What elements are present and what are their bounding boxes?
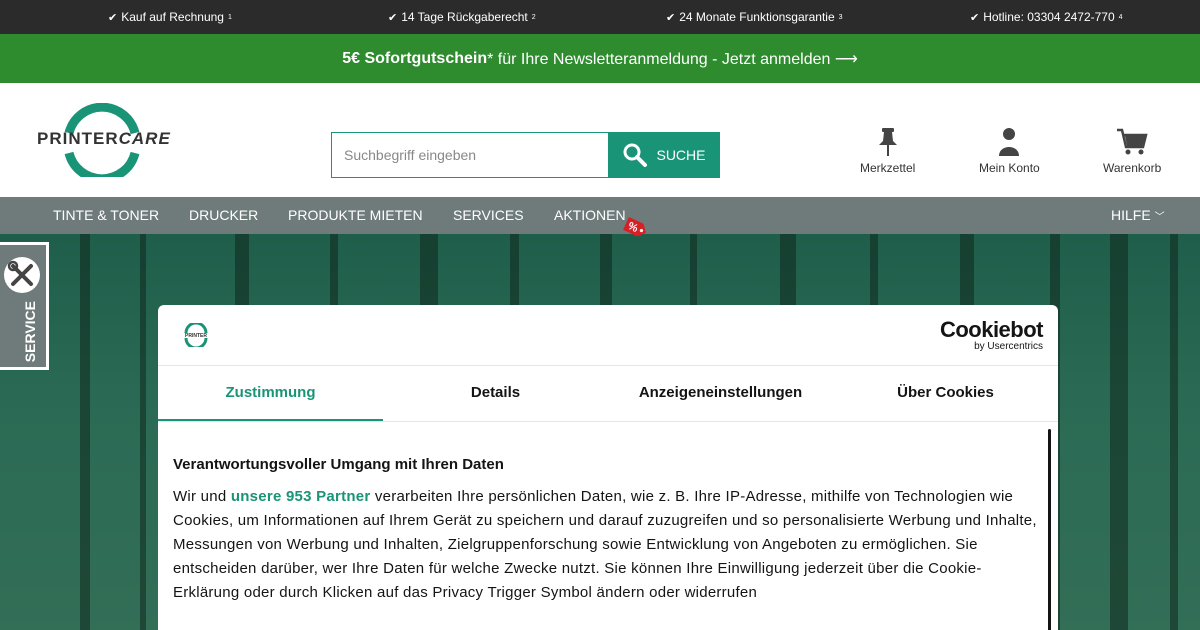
search-button[interactable]: SUCHE [608, 132, 720, 178]
promo-text: * für Ihre Newsletteranmeldung - Jetzt a… [487, 50, 858, 68]
search-bar: SUCHE [331, 132, 720, 178]
nav-item-promotions[interactable]: AKTIONEN [554, 197, 626, 234]
check-icon: ✔ [666, 11, 676, 24]
nav-item-rent-products[interactable]: PRODUKTE MIETEN [288, 197, 423, 234]
sale-tag-icon: % [623, 217, 646, 237]
search-input[interactable] [331, 132, 608, 178]
account-label: Mein Konto [979, 161, 1040, 175]
check-icon: ✔ [108, 11, 118, 24]
check-icon: ✔ [388, 11, 398, 24]
tab-ad-settings[interactable]: Anzeigeneinstellungen [608, 366, 833, 421]
cookie-dialog-body: Verantwortungsvoller Umgang mit Ihren Da… [158, 422, 1058, 605]
tools-icon [4, 257, 40, 293]
promo-highlight: 5€ Sofortgutschein [342, 49, 488, 67]
nav-item-services[interactable]: SERVICES [453, 197, 524, 234]
user-icon [999, 128, 1020, 156]
dialog-scrollbar[interactable] [1048, 429, 1051, 630]
site-header: PRINTERCARE SUCHE Merkzettel Mein Konto [0, 83, 1200, 197]
pin-icon [878, 128, 897, 156]
service-side-tab[interactable]: SERVICE [0, 242, 49, 370]
chevron-down-icon: ﹀ [1154, 212, 1165, 223]
cookie-dialog-text: Wir und unsere 953 Partner verarbeiten I… [173, 488, 1037, 601]
partners-link[interactable]: unsere 953 Partner [231, 488, 371, 505]
cookiebot-logo[interactable]: Cookiebot by Usercentrics [940, 319, 1044, 353]
nav-item-printers[interactable]: DRUCKER [189, 197, 258, 234]
usp-text: 14 Tage Rückgaberecht [401, 10, 528, 24]
cookie-tabs: Zustimmung Details Anzeigeneinstellungen… [158, 366, 1058, 422]
cookie-dialog-title: Verantwortungsvoller Umgang mit Ihren Da… [173, 456, 504, 473]
usp-warranty: ✔ 24 Monate Funktionsgarantie 3 [666, 10, 843, 24]
cookie-dialog-header: PRINTER Cookiebot by Usercentrics [158, 305, 1058, 366]
svg-text:PRINTER: PRINTER [185, 333, 207, 339]
cart-label: Warenkorb [1103, 161, 1162, 175]
logo-text: PRINTERCARE [37, 129, 171, 148]
usp-hotline[interactable]: ✔ Hotline: 03304 2472-770 4 [970, 0, 1123, 34]
usp-bar: ✔ Kauf auf Rechnung 1 ✔ 14 Tage Rückgaber… [0, 0, 1200, 34]
cart-link[interactable]: Warenkorb [1103, 127, 1161, 175]
tab-consent[interactable]: Zustimmung [158, 366, 383, 421]
usp-return: ✔ 14 Tage Rückgaberecht 2 [388, 10, 536, 24]
wishlist-label: Merkzettel [860, 161, 916, 175]
service-label: SERVICE [22, 301, 38, 363]
cookie-consent-dialog: PRINTER Cookiebot by Usercentrics Zustim… [158, 305, 1058, 630]
nav-item-ink-toner[interactable]: TINTE & TONER [53, 197, 159, 234]
tab-about-cookies[interactable]: Über Cookies [833, 366, 1058, 421]
nav-item-help[interactable]: HILFE ﹀ [1111, 197, 1165, 234]
search-icon [623, 143, 648, 167]
check-icon: ✔ [970, 11, 980, 24]
printercare-logo[interactable]: PRINTERCARE [37, 102, 170, 184]
newsletter-promo-banner[interactable]: 5€ Sofortgutschein * für Ihre Newslettera… [0, 34, 1200, 83]
cart-icon [1117, 128, 1148, 155]
usp-text: 24 Monate Funktionsgarantie [679, 10, 835, 24]
tab-details[interactable]: Details [383, 366, 608, 421]
main-nav: TINTE & TONER DRUCKER PRODUKTE MIETEN SE… [0, 197, 1200, 234]
usp-invoice: ✔ Kauf auf Rechnung 1 [108, 10, 232, 24]
printercare-mini-logo: PRINTER [175, 323, 217, 347]
usp-text[interactable]: Hotline: 03304 2472-770 [983, 10, 1114, 24]
account-link[interactable]: Mein Konto [979, 127, 1040, 175]
wishlist-link[interactable]: Merkzettel [860, 127, 915, 175]
search-button-label: SUCHE [656, 147, 706, 163]
usp-text: Kauf auf Rechnung [121, 10, 224, 24]
